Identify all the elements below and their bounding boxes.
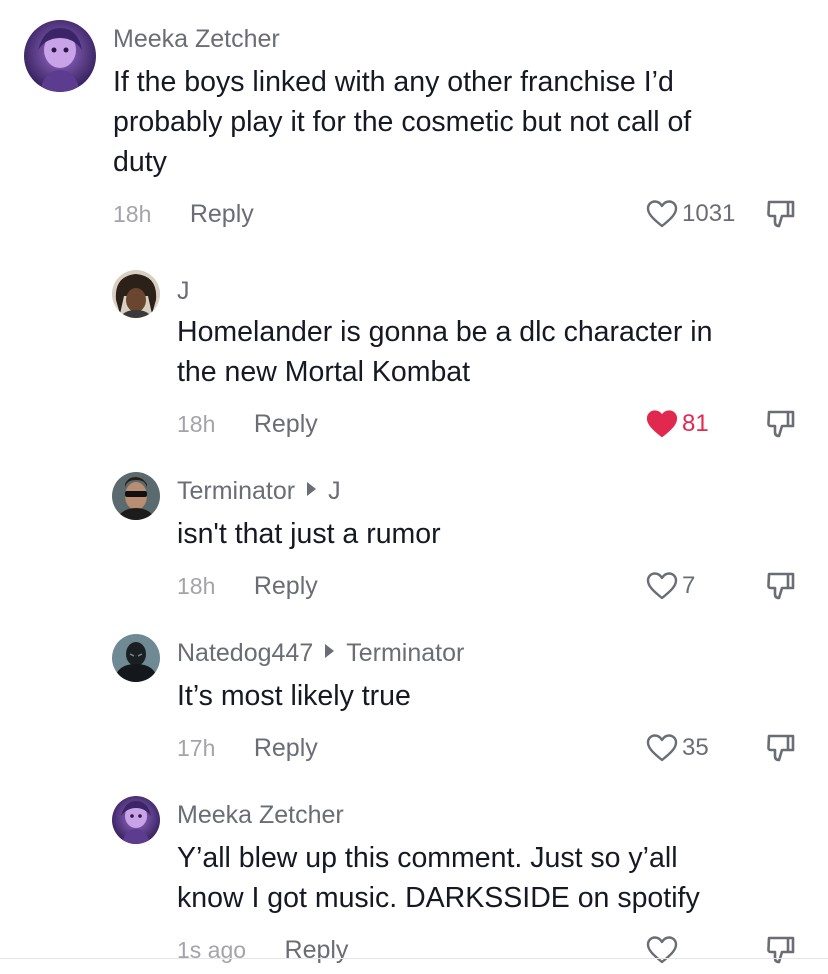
comment-text-line: Homelander is gonna be a dlc character i… [177, 316, 713, 348]
comment-username[interactable]: Meeka Zetcher [113, 24, 280, 54]
dislike-icon[interactable] [764, 933, 798, 967]
timestamp: 18h [177, 411, 216, 437]
comment-text-line: If the boys linked with any other franch… [113, 66, 674, 98]
comment-meta: 1s ago Reply [177, 930, 348, 970]
comment-meta: 18h Reply [113, 194, 254, 234]
heart-outline-icon [646, 936, 678, 964]
avatar[interactable] [24, 20, 96, 92]
username-text[interactable]: J [177, 277, 190, 305]
divider [0, 958, 828, 959]
comment-text-line: the new Mortal Kombat [177, 356, 471, 388]
heart-outline-icon [646, 572, 678, 600]
like-button[interactable]: 1031 [646, 194, 735, 234]
avatar[interactable] [112, 634, 160, 682]
reply-arrow-icon [325, 644, 335, 658]
reply-arrow-icon [307, 482, 317, 496]
avatar[interactable] [112, 472, 160, 520]
comment-meta: 18h Reply [177, 404, 318, 444]
username-text[interactable]: Meeka Zetcher [113, 25, 280, 53]
comment-text: If the boys linked with any other franch… [113, 62, 803, 182]
username-text[interactable]: Terminator [177, 477, 295, 505]
comment-text: Y’all blew up this comment. Just so y’al… [177, 838, 807, 918]
username-text[interactable]: Natedog447 [177, 639, 313, 667]
timestamp: 18h [177, 573, 216, 599]
comment-text-line: It’s most likely true [177, 680, 411, 712]
reply-button[interactable]: Reply [254, 566, 318, 606]
timestamp: 18h [113, 201, 152, 227]
dislike-icon[interactable] [764, 569, 798, 603]
comment-username[interactable]: Natedog447 Terminator [177, 638, 464, 668]
reply-button[interactable]: Reply [254, 404, 318, 444]
comment-meta: 17h Reply [177, 728, 318, 768]
username-text[interactable]: Meeka Zetcher [177, 801, 344, 829]
reply-to-username[interactable]: Terminator [346, 639, 464, 667]
like-button[interactable]: 7 [646, 566, 695, 606]
reply-button[interactable]: Reply [285, 930, 349, 970]
comment-text-line: know I got music. DARKSSIDE on spotify [177, 882, 700, 914]
like-button[interactable] [646, 930, 682, 970]
like-count: 81 [682, 410, 709, 437]
dislike-icon[interactable] [764, 197, 798, 231]
comment-text-line: probably play it for the cosmetic but no… [113, 106, 692, 138]
comment-text: isn't that just a rumor [177, 514, 807, 554]
comment-username[interactable]: Terminator J [177, 476, 341, 506]
dislike-icon[interactable] [764, 731, 798, 765]
heart-outline-icon [646, 734, 678, 762]
like-count: 1031 [682, 200, 736, 227]
timestamp: 1s ago [177, 937, 247, 963]
like-button[interactable]: 81 [646, 404, 709, 444]
like-button[interactable]: 35 [646, 728, 709, 768]
comment-meta: 18h Reply [177, 566, 318, 606]
comment-text-line: duty [113, 146, 167, 178]
comment-username[interactable]: Meeka Zetcher [177, 800, 344, 830]
comment-username[interactable]: J [177, 276, 190, 306]
reply-button[interactable]: Reply [254, 728, 318, 768]
like-count: 35 [682, 734, 709, 761]
comment-text: Homelander is gonna be a dlc character i… [177, 312, 807, 392]
dislike-icon[interactable] [764, 407, 798, 441]
comment-text: It’s most likely true [177, 676, 807, 716]
reply-to-username[interactable]: J [328, 477, 341, 505]
reply-button[interactable]: Reply [190, 194, 254, 234]
heart-outline-icon [646, 200, 678, 228]
comment-text-line: Y’all blew up this comment. Just so y’al… [177, 842, 678, 874]
avatar[interactable] [112, 796, 160, 844]
timestamp: 17h [177, 735, 216, 761]
like-count: 7 [682, 572, 696, 599]
comment-text-line: isn't that just a rumor [177, 518, 441, 550]
avatar[interactable] [112, 270, 160, 318]
heart-filled-icon [646, 410, 678, 438]
